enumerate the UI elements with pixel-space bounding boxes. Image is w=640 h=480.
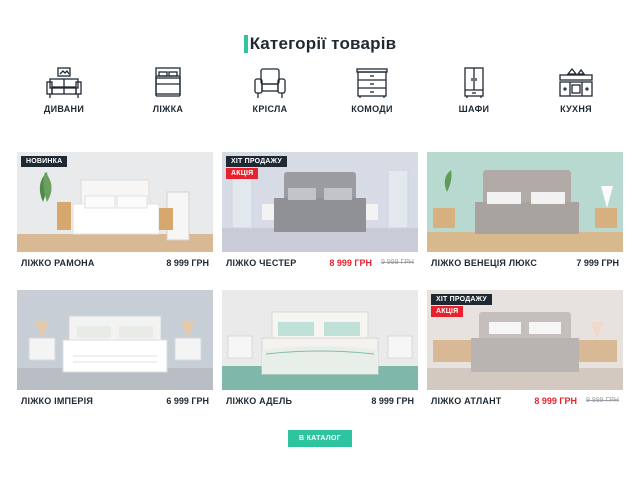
category-label: ДИВАНИ [43,104,85,114]
category-label: КУХНЯ [560,104,592,114]
product-image: ХІТ ПРОДАЖУ АКЦІЯ [222,152,418,252]
product-old-price: 9 999 ГРН [586,397,619,404]
product-old-price: 9 999 ГРН [381,259,414,266]
category-item-wardrobes[interactable]: ШАФИ [424,66,524,114]
product-name: ЛІЖКО ЧЕСТЕР [226,258,297,268]
badge-sale: АКЦІЯ [226,168,259,179]
product-name: ЛІЖКО ВЕНЕЦІЯ ЛЮКС [431,258,538,268]
page-title: Категорії товарів [0,34,640,54]
product-price: 8 999 ГРН [371,396,414,406]
category-label: ЛІЖКА [152,104,184,114]
product-price: 8 999 ГРН [329,258,372,268]
wardrobe-icon [464,67,484,98]
badge-bestseller: ХІТ ПРОДАЖУ [226,156,287,167]
product-price: 6 999 ГРН [166,396,209,406]
product-card-imperia[interactable]: ЛІЖКО ІМПЕРІЯ 6 999 ГРН [17,290,213,413]
product-price: 8 999 ГРН [166,258,209,268]
product-price: 7 999 ГРН [576,258,619,268]
product-name: ЛІЖКО АТЛАНТ [431,396,502,406]
product-image: ХІТ ПРОДАЖУ АКЦІЯ [427,290,623,390]
product-card-ramona[interactable]: НОВИНКА ЛІЖКО РАМОНА 8 999 ГРН [17,152,213,275]
product-card-venezia-lux[interactable]: ЛІЖКО ВЕНЕЦІЯ ЛЮКС 7 999 ГРН [427,152,623,275]
product-image [427,152,623,252]
badge-bestseller: ХІТ ПРОДАЖУ [431,294,492,305]
kitchen-icon [559,67,593,97]
category-label: ШАФИ [458,104,490,114]
category-label: КОМОДИ [351,104,393,114]
product-card-atlant[interactable]: ХІТ ПРОДАЖУ АКЦІЯ ЛІЖКО АТЛАНТ 8 999 ГРН… [427,290,623,413]
product-name: ЛІЖКО АДЕЛЬ [226,396,293,406]
catalog-button[interactable]: В КАТАЛОГ [288,430,352,447]
category-item-dressers[interactable]: КОМОДИ [322,66,422,114]
category-item-armchairs[interactable]: КРІСЛА [220,66,320,114]
badge-sale: АКЦІЯ [431,306,464,317]
category-label: КРІСЛА [252,104,288,114]
product-name: ЛІЖКО ІМПЕРІЯ [21,396,93,406]
product-image [222,290,418,390]
title-rest: атегорії товарів [260,34,397,53]
title-first-letter: К [243,35,261,53]
category-list: ДИВАНИ ЛІЖКА КРІСЛА КОМОДИ ШАФИ КУХНЯ [17,66,623,126]
category-item-sofas[interactable]: ДИВАНИ [14,66,114,114]
product-image: НОВИНКА [17,152,213,252]
sofa-icon [46,67,82,98]
badge-new: НОВИНКА [21,156,68,167]
bed-icon [155,67,181,97]
product-card-adel[interactable]: ЛІЖКО АДЕЛЬ 8 999 ГРН [222,290,418,413]
category-item-beds[interactable]: ЛІЖКА [118,66,218,114]
product-price: 8 999 ГРН [534,396,577,406]
product-name: ЛІЖКО РАМОНА [21,258,95,268]
armchair-icon [254,68,286,98]
category-item-kitchen[interactable]: КУХНЯ [526,66,626,114]
product-image [17,290,213,390]
dresser-icon [356,68,388,98]
product-card-chester[interactable]: ХІТ ПРОДАЖУ АКЦІЯ ЛІЖКО ЧЕСТЕР 8 999 ГРН… [222,152,418,275]
